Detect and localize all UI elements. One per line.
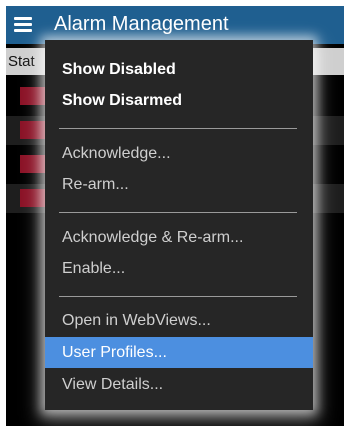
menu-item-view-details[interactable]: View Details...: [45, 369, 313, 400]
menu-divider: [59, 212, 297, 213]
menu-item-user-profiles[interactable]: User Profiles...: [45, 337, 313, 368]
menu-divider: [59, 128, 297, 129]
window-title: Alarm Management: [54, 13, 229, 35]
menu-item-show-disabled[interactable]: Show Disabled: [45, 54, 313, 85]
title-bar: Alarm Management: [6, 6, 344, 44]
menu-item-acknowledge[interactable]: Acknowledge...: [45, 138, 313, 169]
menu-item-show-disarmed[interactable]: Show Disarmed: [45, 85, 313, 116]
column-header-status[interactable]: Stat: [8, 48, 35, 75]
menu-item-open-in-webviews[interactable]: Open in WebViews...: [45, 305, 313, 336]
alarm-management-window: Alarm Management Stat Show Disabled Show…: [6, 6, 344, 426]
menu-item-re-arm[interactable]: Re-arm...: [45, 169, 313, 200]
menu-item-acknowledge-and-re-arm[interactable]: Acknowledge & Re-arm...: [45, 222, 313, 253]
context-menu: Show Disabled Show Disarmed Acknowledge.…: [45, 40, 313, 410]
menu-divider: [59, 296, 297, 297]
menu-item-enable[interactable]: Enable...: [45, 253, 313, 284]
hamburger-menu-icon[interactable]: [14, 16, 34, 32]
